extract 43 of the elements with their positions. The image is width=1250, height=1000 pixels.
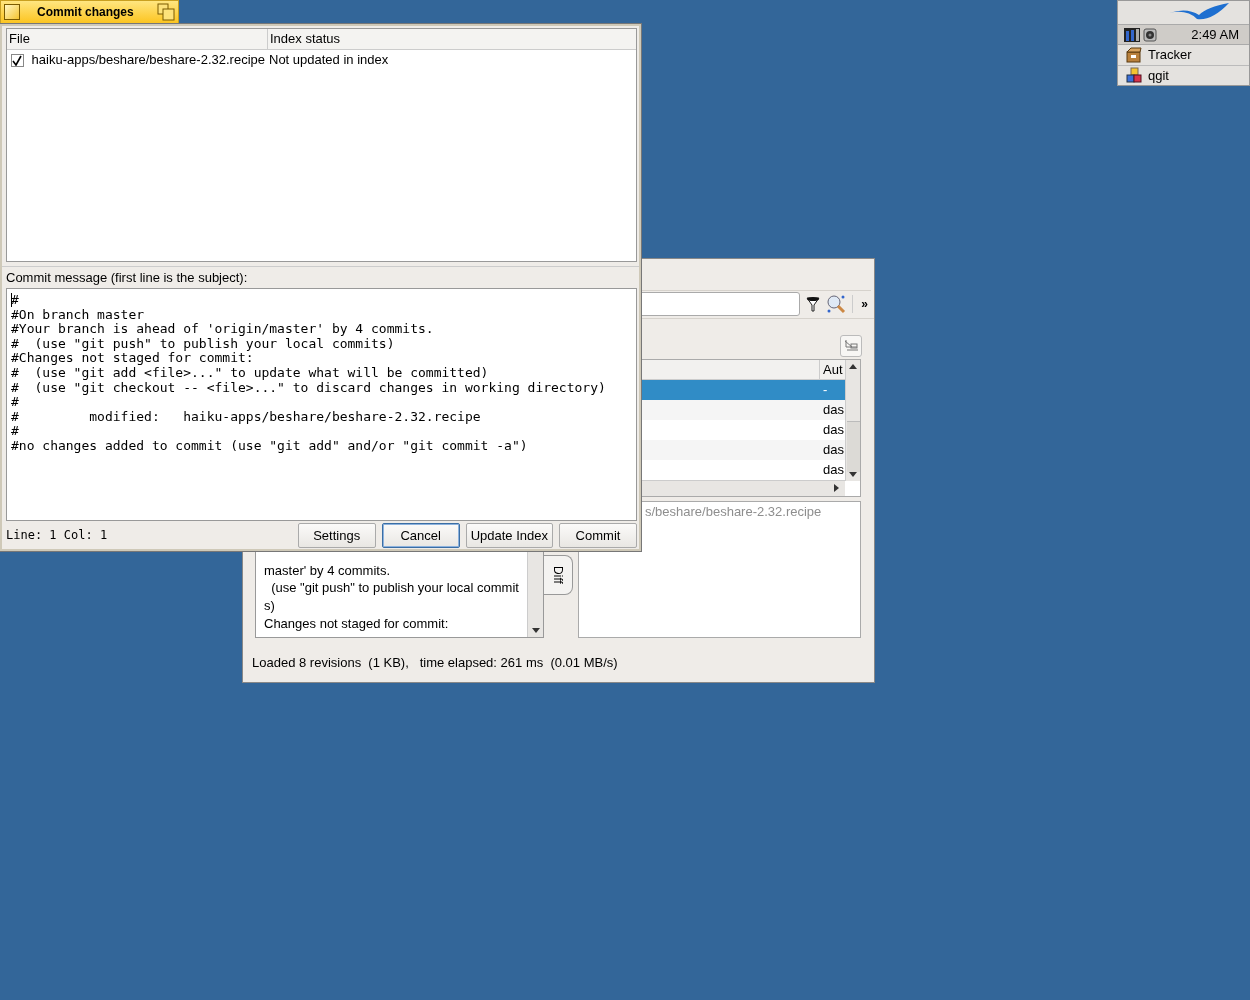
more-button[interactable]: » <box>859 297 870 312</box>
table-cell-text: das <box>822 440 845 459</box>
filter-icon <box>806 295 821 314</box>
file-name: haiku-apps/beshare/beshare-2.32.recipe <box>31 51 265 69</box>
dialog-button[interactable]: Cancel <box>381 522 460 548</box>
column-header[interactable]: File <box>7 29 267 49</box>
deskbar-item[interactable]: Tracker <box>1118 45 1249 66</box>
diff-tab[interactable]: Diff <box>544 554 573 595</box>
close-button[interactable] <box>4 4 20 20</box>
sketch-icon <box>843 338 859 353</box>
checkbox[interactable] <box>11 53 24 67</box>
table-cell-text: - <box>822 380 829 399</box>
table-cell-text: das <box>822 400 845 419</box>
dialog-button[interactable]: Settings <box>297 522 376 548</box>
dialog-button[interactable]: Update Index <box>465 522 553 548</box>
window-title: Commit changes <box>36 5 135 19</box>
box-icon <box>1126 46 1142 63</box>
cubes-icon <box>1126 67 1142 84</box>
column-header[interactable]: Index status <box>267 29 636 49</box>
right-arrow-icon <box>833 484 839 493</box>
table-cell-text: Not updated in index <box>268 51 390 69</box>
status-text: Loaded 8 revisions (1 KB), time elapsed: 261 ms (0.01 MB/s) <box>252 655 618 671</box>
message-field[interactable]: # #On branch master #Your branch is ahead of 'origin/master' by 4 commits. # (use "git push" to publish your local commits) #Changes not staged for commit: # (use "git add <file>..." to update what will be committed) # (use "git checkout -- <file>..." to discard changes in working directory) # # modified: haiku-apps/beshare/beshare-2.32.recipe # #no changes added to commit (use "git add" and/or "git commit -a") <box>6 288 637 521</box>
checkmark-icon <box>12 54 23 66</box>
vertical-scrollbar[interactable] <box>845 359 860 481</box>
down-arrow-icon <box>849 471 857 478</box>
table-cell-text: das <box>822 420 845 439</box>
file-path: s/beshare/beshare-2.32.recipe <box>644 502 823 519</box>
log-line: Changes not staged for commit: <box>264 614 450 633</box>
log-line: master' by 4 commits. <box>264 561 391 580</box>
speaker-icon <box>1143 27 1157 42</box>
down-arrow-icon <box>531 628 540 635</box>
deskbar-item[interactable]: qgit <box>1118 65 1249 85</box>
zoom-icon <box>157 3 175 21</box>
cursor-position: Line: 1 Col: 1 <box>6 528 108 542</box>
toolbar-button[interactable] <box>840 334 862 357</box>
up-arrow-icon <box>849 362 857 369</box>
dialog-button[interactable]: Commit <box>559 522 637 548</box>
meter-bars-icon <box>1124 27 1140 42</box>
search-icon <box>826 294 847 315</box>
log-line: (use "git push" to publish your local commit <box>270 579 520 597</box>
table-cell-text: das <box>822 460 845 479</box>
log-line: s) <box>264 596 276 615</box>
